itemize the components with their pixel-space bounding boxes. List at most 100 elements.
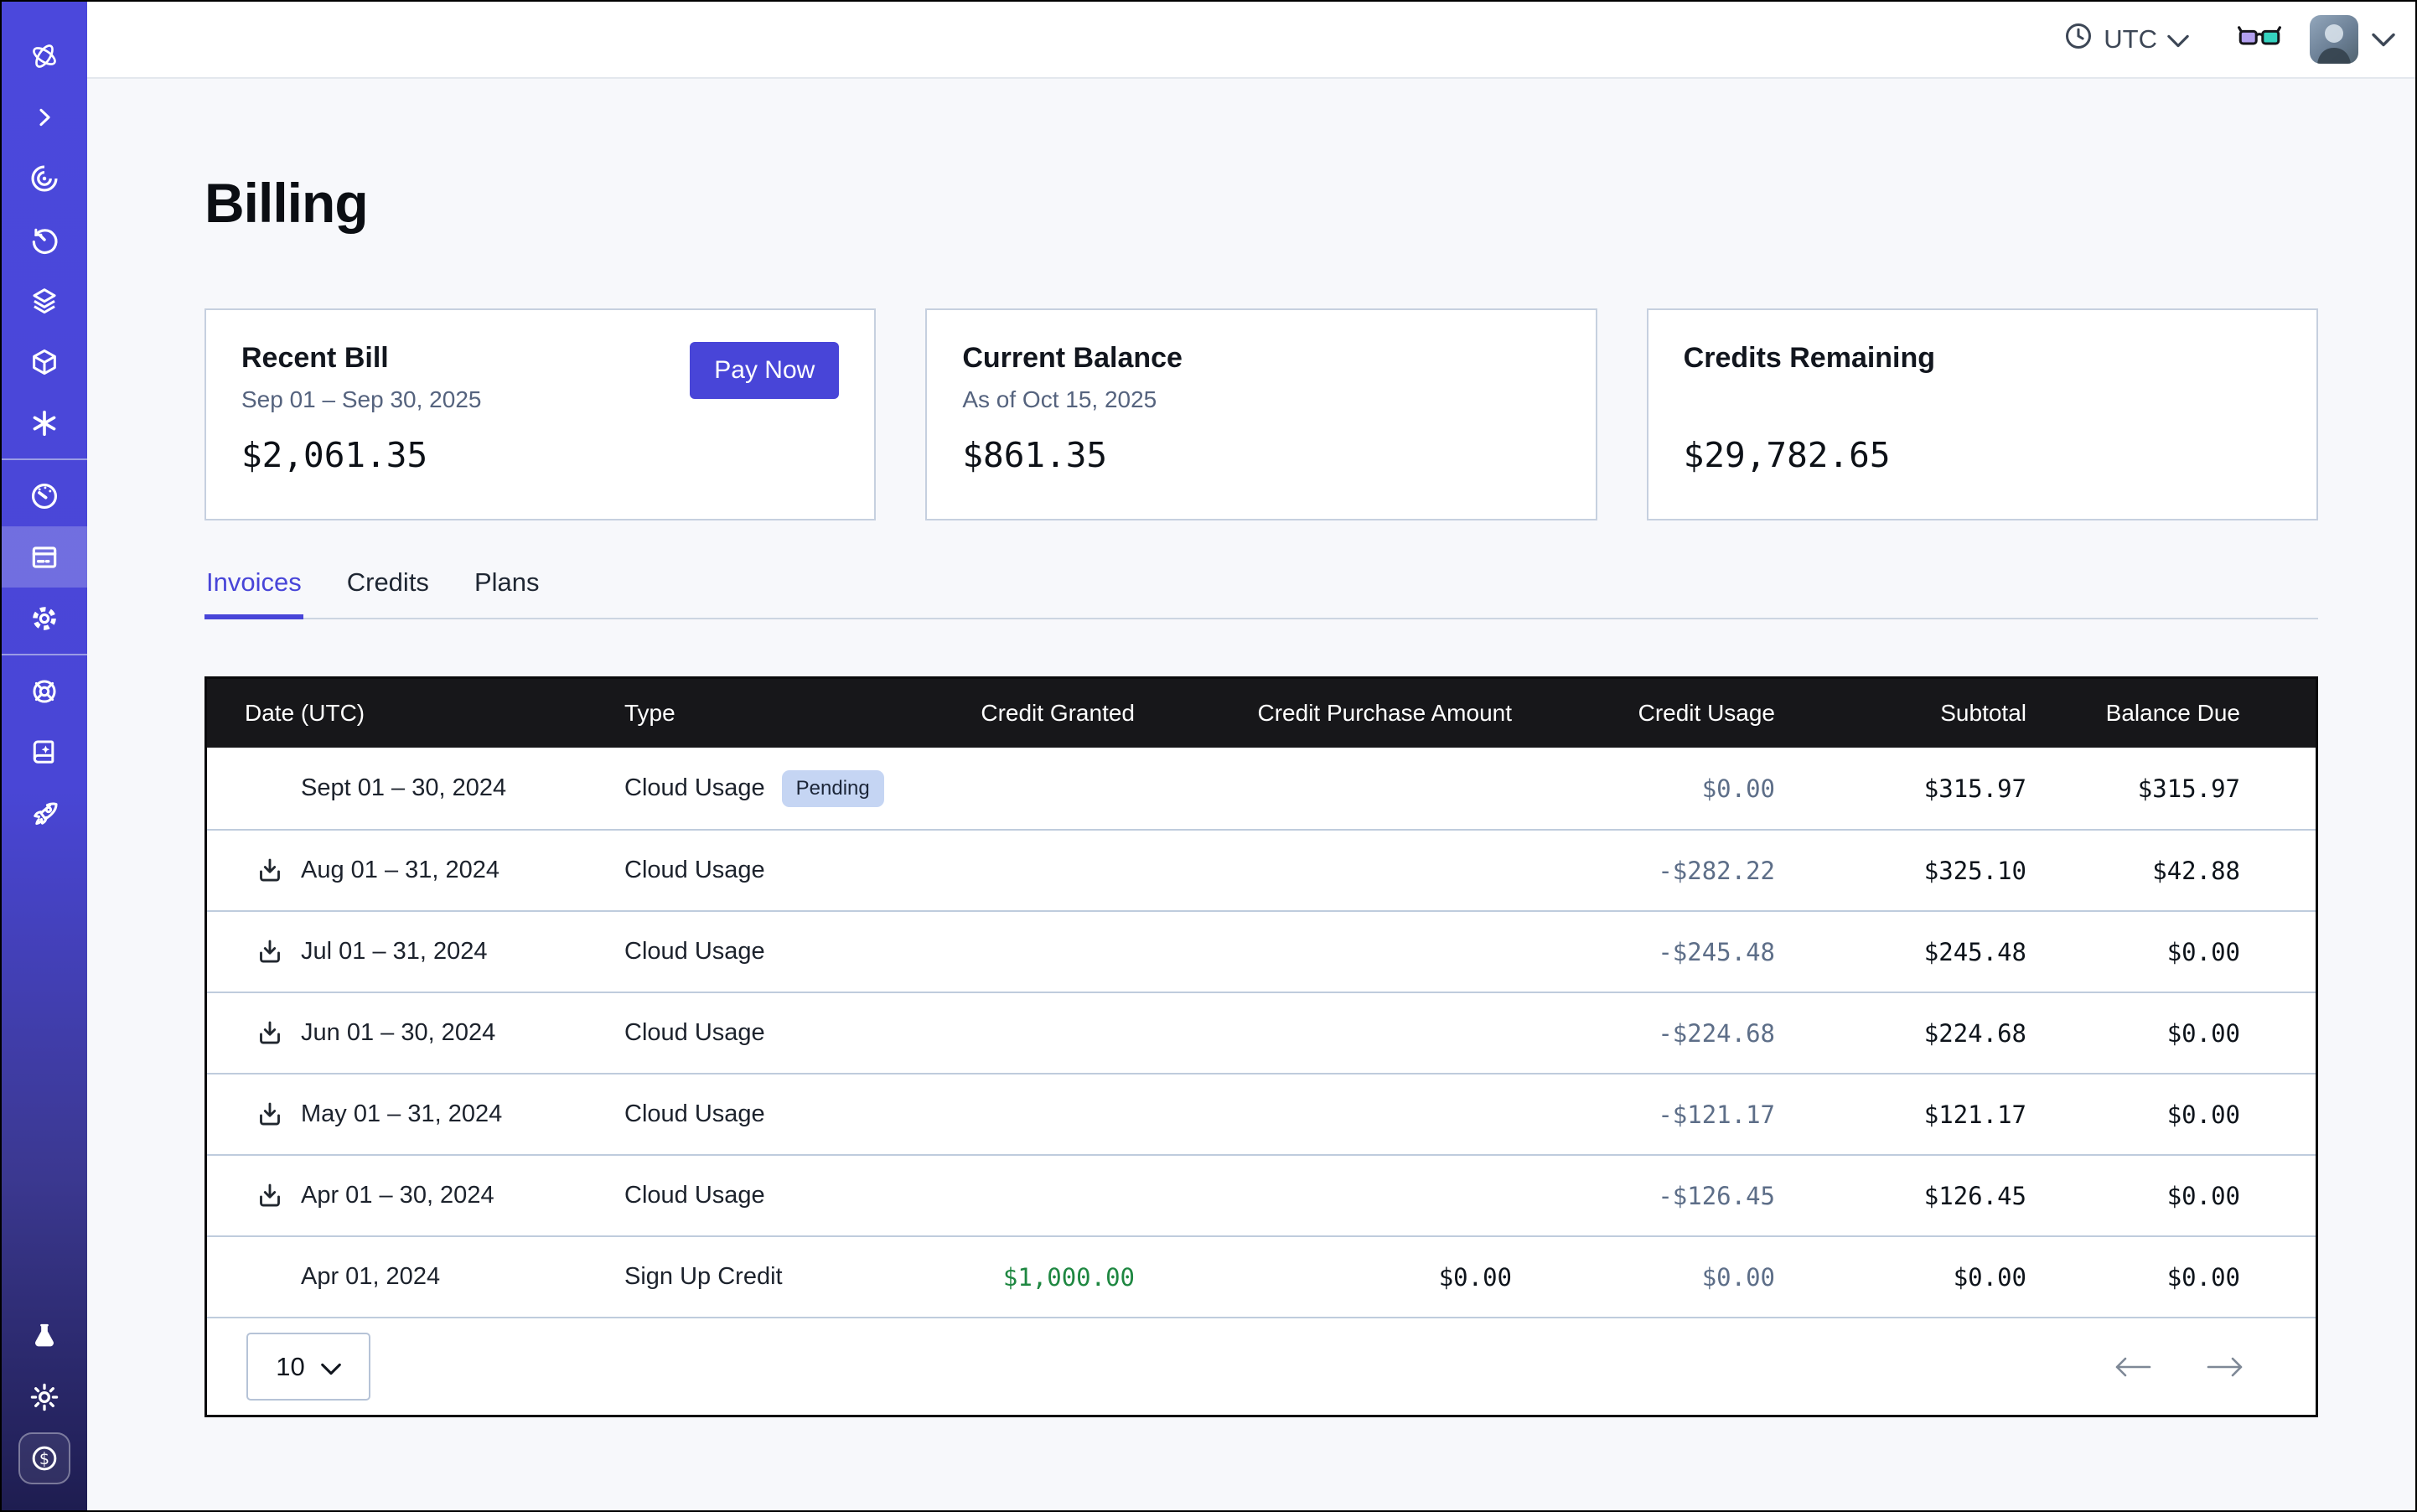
sidebar-item-observe[interactable] (2, 148, 87, 209)
download-invoice-icon[interactable] (254, 1099, 286, 1131)
orbit-logo-icon (28, 39, 61, 73)
col-header-credit-usage: Credit Usage (1512, 700, 1775, 727)
sidebar-item-functions[interactable] (2, 392, 87, 453)
invoice-type-cell: Cloud Usage (624, 1182, 909, 1209)
previous-page-button[interactable] (2113, 1354, 2153, 1380)
dollar-badge-icon: $ (18, 1432, 70, 1484)
invoice-row: Jun 01 – 30, 2024 Cloud Usage -$224.68 $… (207, 992, 2316, 1073)
credit-usage-value: $0.00 (1512, 774, 1775, 803)
download-invoice-icon[interactable] (254, 1017, 286, 1049)
credits-button[interactable]: $ (2, 1427, 87, 1489)
status-badge: Pending (782, 770, 884, 807)
download-invoice-icon[interactable] (254, 1180, 286, 1212)
app-logo[interactable] (2, 25, 87, 86)
arrow-left-icon (2113, 1354, 2153, 1380)
main-area: UTC (87, 2, 2415, 1510)
summary-cards: Recent Bill Sep 01 – Sep 30, 2025 $2,061… (204, 308, 2318, 520)
sidebar-item-billing[interactable] (2, 526, 87, 588)
invoice-row: Apr 01 – 30, 2024 Cloud Usage -$126.45 $… (207, 1154, 2316, 1235)
invoice-type: Cloud Usage (624, 1100, 765, 1128)
vision-mode-button[interactable] (2238, 23, 2281, 56)
card-subtitle: As of Oct 15, 2025 (962, 386, 1560, 415)
sidebar-item-history[interactable] (2, 209, 87, 270)
svg-text:$: $ (39, 1449, 49, 1468)
credit-usage-value: -$282.22 (1512, 857, 1775, 885)
pay-now-button[interactable]: Pay Now (690, 342, 839, 399)
invoice-type: Cloud Usage (624, 857, 765, 884)
cube-icon (28, 346, 60, 378)
pager (2113, 1354, 2245, 1380)
page-size-value: 10 (276, 1352, 304, 1382)
billing-tabs: Invoices Credits Plans (204, 567, 2318, 619)
invoice-type-cell: Cloud Usage (624, 1019, 909, 1047)
invoice-date: Apr 01 – 30, 2024 (301, 1182, 494, 1209)
sidebar-collapse-toggle[interactable] (2, 86, 87, 148)
credit-usage-value: -$224.68 (1512, 1019, 1775, 1048)
subtotal-value: $245.48 (1775, 938, 2026, 966)
recent-bill-amount: $2,061.35 (241, 435, 839, 475)
invoice-date-cell: Jul 01 – 31, 2024 (207, 936, 624, 968)
credits-remaining-card: Credits Remaining $29,782.65 (1647, 308, 2318, 520)
invoice-date-cell: Jun 01 – 30, 2024 (207, 1017, 624, 1049)
content: Billing Recent Bill Sep 01 – Sep 30, 202… (87, 79, 2415, 1510)
sidebar-item-deploy[interactable] (2, 783, 87, 844)
billing-card-icon (28, 541, 60, 573)
sidebar-item-support[interactable] (2, 660, 87, 722)
page-title: Billing (204, 171, 2318, 235)
sidebar-item-usage[interactable] (2, 465, 87, 526)
arrow-right-icon (2205, 1354, 2245, 1380)
sidebar-item-packages[interactable] (2, 331, 87, 392)
3d-glasses-icon (2238, 23, 2281, 56)
docs-book-sparkle-icon (28, 737, 60, 769)
timezone-selector[interactable]: UTC (2063, 21, 2189, 58)
scan-iris-icon (28, 163, 60, 194)
credit-usage-value: -$245.48 (1512, 938, 1775, 966)
theme-toggle[interactable] (2, 1366, 87, 1427)
subtotal-value: $0.00 (1775, 1263, 2026, 1292)
tab-credits[interactable]: Credits (345, 567, 431, 618)
chevron-down-icon (2167, 24, 2189, 54)
invoice-type: Sign Up Credit (624, 1263, 783, 1291)
sidebar-item-labs[interactable] (2, 1305, 87, 1366)
user-avatar[interactable] (2310, 15, 2358, 64)
credit-usage-value: -$126.45 (1512, 1182, 1775, 1210)
sidebar-item-docs[interactable] (2, 722, 87, 783)
chevron-down-icon (321, 1352, 341, 1382)
invoice-date: Sept 01 – 30, 2024 (301, 774, 506, 802)
sidebar-item-settings[interactable] (2, 588, 87, 649)
tab-invoices[interactable]: Invoices (204, 567, 303, 618)
chevron-down-icon (2372, 33, 2395, 47)
subtotal-value: $315.97 (1775, 774, 2026, 803)
sidebar-divider (2, 458, 87, 460)
col-header-credit-granted: Credit Granted (909, 700, 1135, 727)
invoice-row: Sept 01 – 30, 2024 Cloud Usage Pending $… (207, 748, 2316, 829)
download-invoice-icon[interactable] (254, 936, 286, 968)
invoice-type-cell: Cloud Usage (624, 1100, 909, 1128)
asterisk-icon (28, 407, 60, 439)
history-timer-icon (28, 224, 60, 256)
invoice-row: Apr 01, 2024 Sign Up Credit $1,000.00 $0… (207, 1235, 2316, 1317)
app-window: $ UTC (0, 0, 2417, 1512)
download-invoice-icon[interactable] (254, 855, 286, 887)
sidebar-item-layers[interactable] (2, 270, 87, 331)
balance-due-value: $315.97 (2026, 774, 2240, 803)
credit-purchase-value: $0.00 (1135, 1263, 1512, 1292)
balance-due-value: $0.00 (2026, 938, 2240, 966)
credit-usage-value: $0.00 (1512, 1263, 1775, 1292)
invoice-type-cell: Sign Up Credit (624, 1263, 909, 1291)
invoices-table: Date (UTC) Type Credit Granted Credit Pu… (204, 676, 2318, 1417)
page-size-select[interactable]: 10 (246, 1333, 370, 1401)
next-page-button[interactable] (2205, 1354, 2245, 1380)
tab-plans[interactable]: Plans (473, 567, 541, 618)
card-subtitle (1684, 386, 2281, 415)
balance-due-value: $0.00 (2026, 1263, 2240, 1292)
credits-remaining-amount: $29,782.65 (1684, 435, 2281, 475)
topbar: UTC (87, 2, 2415, 79)
user-menu-button[interactable] (2372, 33, 2395, 47)
settings-gear-icon (28, 603, 60, 634)
recent-bill-card: Recent Bill Sep 01 – Sep 30, 2025 $2,061… (204, 308, 876, 520)
card-title: Credits Remaining (1684, 342, 2281, 375)
invoice-type: Cloud Usage (624, 774, 765, 802)
invoice-type-cell: Cloud Usage (624, 938, 909, 966)
invoice-date: Apr 01, 2024 (301, 1263, 440, 1291)
